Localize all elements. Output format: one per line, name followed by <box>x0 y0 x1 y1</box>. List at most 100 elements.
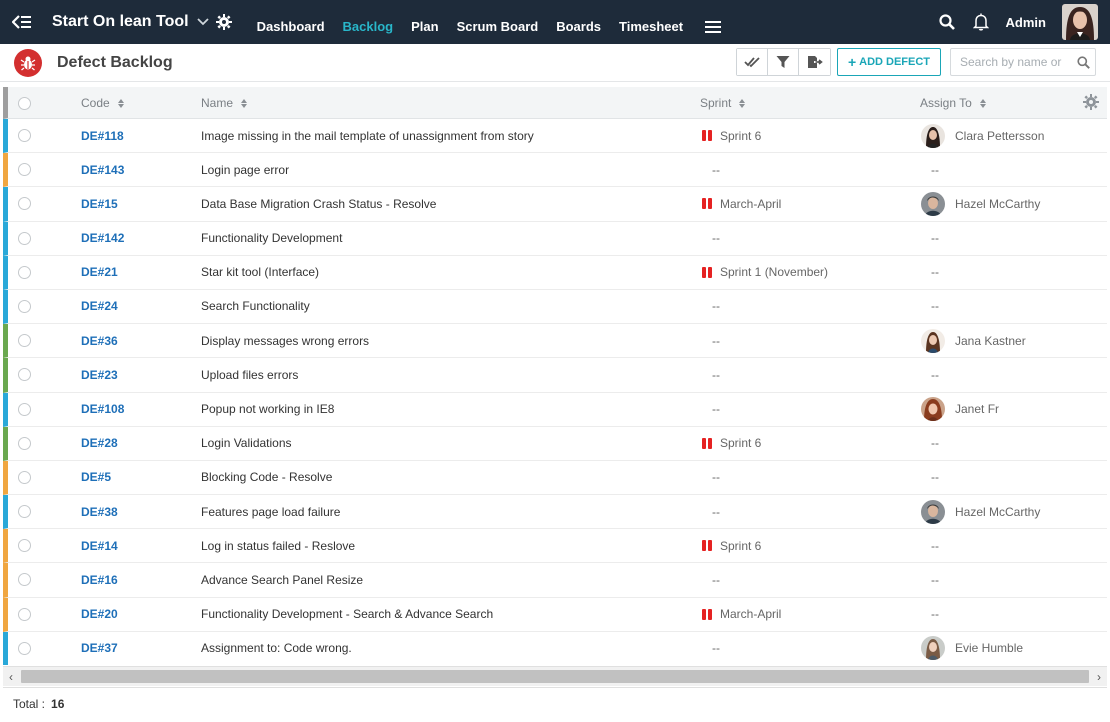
defect-name[interactable]: Blocking Code - Resolve <box>201 461 332 494</box>
row-checkbox[interactable] <box>18 153 31 186</box>
defect-code-link[interactable]: DE#142 <box>81 222 124 255</box>
defect-code-link[interactable]: DE#36 <box>81 324 118 357</box>
defect-code-link[interactable]: DE#14 <box>81 529 118 562</box>
defect-name[interactable]: Search Functionality <box>201 290 310 323</box>
defect-name[interactable]: Image missing in the mail template of un… <box>201 119 534 152</box>
row-checkbox[interactable] <box>18 598 31 631</box>
table-row[interactable]: DE#16 Advance Search Panel Resize -- -- <box>3 563 1107 598</box>
chevron-down-icon[interactable] <box>196 16 209 28</box>
table-row[interactable]: DE#118 Image missing in the mail template… <box>3 119 1107 154</box>
collapse-menu-icon[interactable] <box>0 0 44 44</box>
defect-code-link[interactable]: DE#118 <box>81 119 124 152</box>
table-row[interactable]: DE#28 Login Validations Sprint 6 -- <box>3 426 1107 461</box>
column-header-sprint[interactable]: Sprint <box>700 87 746 119</box>
double-check-icon[interactable] <box>737 49 768 75</box>
row-checkbox[interactable] <box>18 187 31 220</box>
row-checkbox[interactable] <box>18 222 31 255</box>
nav-scrum-board[interactable]: Scrum Board <box>457 19 539 34</box>
defect-code-link[interactable]: DE#28 <box>81 427 118 460</box>
defect-name[interactable]: Star kit tool (Interface) <box>201 256 319 289</box>
column-header-code[interactable]: Code <box>81 87 124 119</box>
sort-icon[interactable] <box>739 98 746 108</box>
scroll-left-arrow-icon[interactable]: ‹ <box>3 667 19 687</box>
table-row[interactable]: DE#14 Log in status failed - Reslove Sprin… <box>3 529 1107 564</box>
nav-backlog[interactable]: Backlog <box>343 19 394 34</box>
user-name[interactable]: Admin <box>1006 15 1046 30</box>
defect-code-link[interactable]: DE#108 <box>81 393 124 426</box>
defect-name[interactable]: Functionality Development <box>201 222 342 255</box>
export-icon[interactable] <box>799 49 830 75</box>
row-checkbox[interactable] <box>18 358 31 391</box>
defect-name[interactable]: Login Validations <box>201 427 292 460</box>
table-row[interactable]: DE#20 Functionality Development - Search … <box>3 597 1107 632</box>
column-header-assign[interactable]: Assign To <box>920 87 986 119</box>
row-checkbox[interactable] <box>18 563 31 596</box>
defect-code-link[interactable]: DE#15 <box>81 187 118 220</box>
table-row[interactable]: DE#36 Display messages wrong errors -- Jana… <box>3 324 1107 359</box>
defect-name[interactable]: Popup not working in IE8 <box>201 393 334 426</box>
defect-name[interactable]: Display messages wrong errors <box>201 324 369 357</box>
select-all-checkbox[interactable] <box>18 87 31 119</box>
row-checkbox[interactable] <box>18 529 31 562</box>
defect-code-link[interactable]: DE#37 <box>81 632 118 665</box>
row-checkbox[interactable] <box>18 119 31 152</box>
table-row[interactable]: DE#143 Login page error -- -- <box>3 153 1107 188</box>
scroll-right-arrow-icon[interactable]: › <box>1091 667 1107 687</box>
app-title[interactable]: Start On lean Tool <box>52 13 189 31</box>
defect-code-link[interactable]: DE#5 <box>81 461 111 494</box>
more-menu-icon[interactable] <box>705 19 722 33</box>
row-checkbox[interactable] <box>18 324 31 357</box>
search-icon[interactable] <box>930 0 964 44</box>
nav-boards[interactable]: Boards <box>556 19 601 34</box>
defect-code-link[interactable]: DE#23 <box>81 358 118 391</box>
sprint-name: March-April <box>720 607 782 622</box>
row-checkbox[interactable] <box>18 393 31 426</box>
table-row[interactable]: DE#21 Star kit tool (Interface) Sprint 1 (… <box>3 255 1107 290</box>
defect-name[interactable]: Login page error <box>201 153 289 186</box>
gear-icon[interactable] <box>215 13 233 31</box>
nav-dashboard[interactable]: Dashboard <box>257 19 325 34</box>
nav-timesheet[interactable]: Timesheet <box>619 19 683 34</box>
table-row[interactable]: DE#15 Data Base Migration Crash Status - … <box>3 187 1107 222</box>
sort-icon[interactable] <box>979 98 986 108</box>
column-settings-gear-icon[interactable] <box>1083 94 1099 110</box>
defect-code-link[interactable]: DE#24 <box>81 290 118 323</box>
defect-code-link[interactable]: DE#143 <box>81 153 124 186</box>
defect-name[interactable]: Functionality Development - Search & Adv… <box>201 598 493 631</box>
defect-name[interactable]: Features page load failure <box>201 495 340 528</box>
row-checkbox[interactable] <box>18 290 31 323</box>
scrollbar-thumb[interactable] <box>21 670 1089 683</box>
defect-name[interactable]: Log in status failed - Reslove <box>201 529 355 562</box>
table-row[interactable]: DE#142 Functionality Development -- -- <box>3 221 1107 256</box>
defect-name[interactable]: Upload files errors <box>201 358 298 391</box>
avatar[interactable] <box>1062 4 1098 40</box>
row-checkbox[interactable] <box>18 632 31 665</box>
row-checkbox[interactable] <box>18 495 31 528</box>
horizontal-scrollbar[interactable]: ‹ › <box>3 666 1107 686</box>
column-header-name[interactable]: Name <box>201 87 248 119</box>
search-input[interactable] <box>960 55 1072 69</box>
sort-icon[interactable] <box>117 98 124 108</box>
row-checkbox[interactable] <box>18 427 31 460</box>
defect-code-link[interactable]: DE#16 <box>81 563 118 596</box>
nav-plan[interactable]: Plan <box>411 19 438 34</box>
table-row[interactable]: DE#23 Upload files errors -- -- <box>3 358 1107 393</box>
table-row[interactable]: DE#5 Blocking Code - Resolve -- -- <box>3 460 1107 496</box>
defect-code-link[interactable]: DE#20 <box>81 598 118 631</box>
defect-code-link[interactable]: DE#21 <box>81 256 118 289</box>
defect-name[interactable]: Assignment to: Code wrong. <box>201 632 352 665</box>
defect-name[interactable]: Advance Search Panel Resize <box>201 563 363 596</box>
table-row[interactable]: DE#37 Assignment to: Code wrong. -- Evie Hu… <box>3 631 1107 665</box>
defect-name[interactable]: Data Base Migration Crash Status - Resol… <box>201 187 436 220</box>
table-row[interactable]: DE#108 Popup not working in IE8 -- Janet Fr <box>3 392 1107 427</box>
row-checkbox[interactable] <box>18 256 31 289</box>
add-defect-button[interactable]: + ADD DEFECT <box>837 48 941 76</box>
sort-icon[interactable] <box>241 98 248 108</box>
bell-icon[interactable] <box>964 0 998 44</box>
row-checkbox[interactable] <box>18 461 31 494</box>
table-row[interactable]: DE#38 Features page load failure -- Hazel M… <box>3 495 1107 530</box>
defect-code-link[interactable]: DE#38 <box>81 495 118 528</box>
search-icon[interactable] <box>1072 55 1094 69</box>
filter-icon[interactable] <box>768 49 799 75</box>
table-row[interactable]: DE#24 Search Functionality -- -- <box>3 289 1107 325</box>
